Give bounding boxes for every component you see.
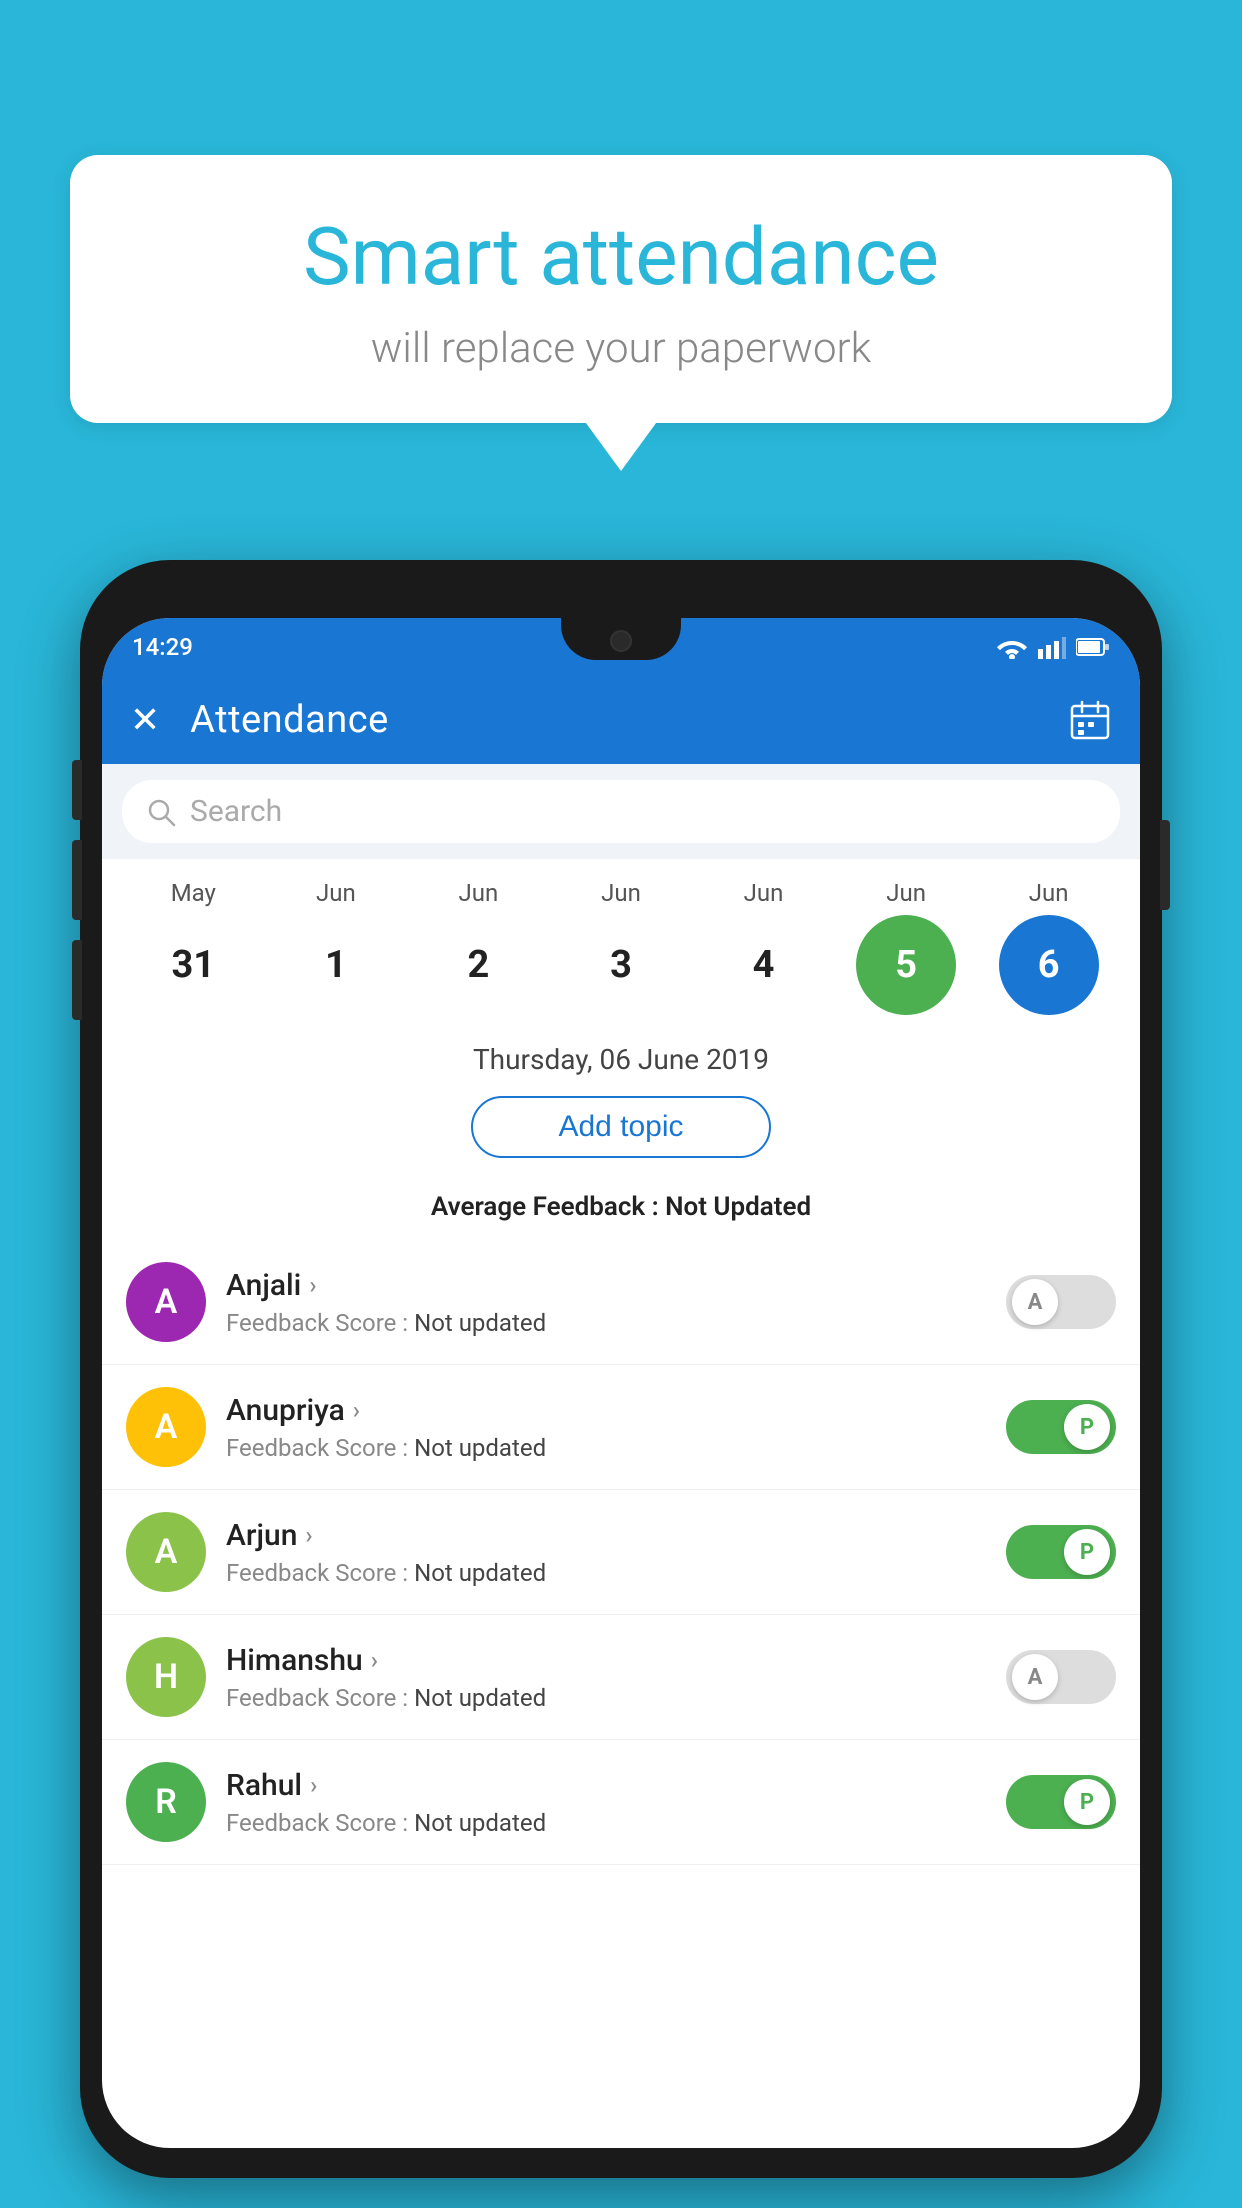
student-item[interactable]: R Rahul › Feedback Score : Not updated P — [102, 1740, 1140, 1865]
feedback-value: Not updated — [414, 1309, 546, 1337]
student-item[interactable]: A Anupriya › Feedback Score : Not update… — [102, 1365, 1140, 1490]
toggle-knob: P — [1064, 1779, 1110, 1825]
vol-mute-button — [72, 760, 82, 820]
chevron-right-icon: › — [305, 1521, 312, 1549]
vol-up-button — [72, 840, 82, 920]
power-button — [1160, 820, 1170, 910]
day-2[interactable]: 2 — [428, 915, 528, 1015]
feedback-value: Not updated — [414, 1809, 546, 1837]
speech-bubble: Smart attendance will replace your paper… — [70, 155, 1172, 423]
feedback-value: Not updated — [414, 1434, 546, 1462]
student-name: Anjali › — [226, 1268, 986, 1303]
month-5: Jun — [856, 879, 956, 907]
toggle-knob: P — [1064, 1529, 1110, 1575]
search-placeholder: Search — [190, 794, 282, 829]
app-bar-title: Attendance — [190, 698, 1068, 742]
calendar-icon[interactable] — [1068, 698, 1112, 742]
student-info: Anjali › Feedback Score : Not updated — [226, 1268, 986, 1337]
student-avatar: A — [126, 1512, 206, 1592]
month-2: Jun — [428, 879, 528, 907]
status-icons — [996, 635, 1110, 659]
vol-down-button — [72, 940, 82, 1020]
calendar-months: May Jun Jun Jun Jun Jun Jun — [112, 879, 1130, 915]
attendance-toggle[interactable]: A — [1006, 1275, 1116, 1329]
student-feedback: Feedback Score : Not updated — [226, 1809, 986, 1837]
calendar-days: 31 1 2 3 4 5 6 — [112, 915, 1130, 1015]
student-avatar: A — [126, 1262, 206, 1342]
day-5[interactable]: 5 — [856, 915, 956, 1015]
month-0: May — [143, 879, 243, 907]
student-name: Rahul › — [226, 1768, 986, 1803]
chevron-right-icon: › — [310, 1771, 317, 1799]
search-bar[interactable]: Search — [122, 780, 1120, 843]
speech-bubble-headline: Smart attendance — [130, 210, 1112, 304]
toggle-knob: A — [1012, 1654, 1058, 1700]
close-button[interactable]: ✕ — [130, 699, 160, 741]
add-topic-button[interactable]: Add topic — [471, 1096, 771, 1158]
student-feedback: Feedback Score : Not updated — [226, 1434, 986, 1462]
day-4[interactable]: 4 — [714, 915, 814, 1015]
student-item[interactable]: A Arjun › Feedback Score : Not updated P — [102, 1490, 1140, 1615]
search-bar-container: Search — [102, 764, 1140, 859]
student-info: Anupriya › Feedback Score : Not updated — [226, 1393, 986, 1462]
chevron-right-icon: › — [353, 1396, 360, 1424]
student-name: Himanshu › — [226, 1643, 986, 1678]
toggle-knob: P — [1064, 1404, 1110, 1450]
search-icon — [146, 797, 176, 827]
toggle-knob: A — [1012, 1279, 1058, 1325]
day-1[interactable]: 1 — [286, 915, 386, 1015]
battery-icon — [1076, 637, 1110, 657]
student-info: Himanshu › Feedback Score : Not updated — [226, 1643, 986, 1712]
student-avatar: R — [126, 1762, 206, 1842]
chevron-right-icon: › — [309, 1271, 316, 1299]
date-label: Thursday, 06 June 2019 — [102, 1025, 1140, 1086]
student-name: Anupriya › — [226, 1393, 986, 1428]
avg-feedback-label: Average Feedback : — [431, 1192, 659, 1222]
avg-feedback: Average Feedback : Not Updated — [102, 1192, 1140, 1240]
attendance-toggle[interactable]: A — [1006, 1650, 1116, 1704]
calendar-section: May Jun Jun Jun Jun Jun Jun 31 1 2 3 4 5… — [102, 859, 1140, 1025]
students-list: A Anjali › Feedback Score : Not updated … — [102, 1240, 1140, 1865]
student-info: Arjun › Feedback Score : Not updated — [226, 1518, 986, 1587]
phone-notch — [561, 618, 681, 660]
speech-bubble-container: Smart attendance will replace your paper… — [70, 155, 1172, 423]
student-name: Arjun › — [226, 1518, 986, 1553]
app-bar: ✕ Attendance — [102, 676, 1140, 764]
student-avatar: H — [126, 1637, 206, 1717]
attendance-toggle[interactable]: P — [1006, 1525, 1116, 1579]
feedback-value: Not updated — [414, 1559, 546, 1587]
avg-feedback-value: Not Updated — [665, 1192, 811, 1222]
day-6[interactable]: 6 — [999, 915, 1099, 1015]
wifi-icon — [996, 635, 1028, 659]
day-31[interactable]: 31 — [143, 915, 243, 1015]
signal-icon — [1038, 635, 1066, 659]
attendance-toggle[interactable]: P — [1006, 1400, 1116, 1454]
month-6: Jun — [999, 879, 1099, 907]
attendance-toggle[interactable]: P — [1006, 1775, 1116, 1829]
chevron-right-icon: › — [371, 1646, 378, 1674]
month-3: Jun — [571, 879, 671, 907]
month-1: Jun — [286, 879, 386, 907]
camera — [610, 630, 632, 652]
feedback-value: Not updated — [414, 1684, 546, 1712]
student-feedback: Feedback Score : Not updated — [226, 1559, 986, 1587]
student-item[interactable]: A Anjali › Feedback Score : Not updated … — [102, 1240, 1140, 1365]
student-feedback: Feedback Score : Not updated — [226, 1684, 986, 1712]
month-4: Jun — [714, 879, 814, 907]
add-topic-section: Add topic — [102, 1096, 1140, 1192]
status-time: 14:29 — [132, 633, 193, 661]
phone-frame: 14:29 — [80, 560, 1162, 2178]
phone-screen: 14:29 — [102, 618, 1140, 2148]
speech-bubble-subtext: will replace your paperwork — [130, 324, 1112, 373]
student-feedback: Feedback Score : Not updated — [226, 1309, 986, 1337]
student-avatar: A — [126, 1387, 206, 1467]
student-info: Rahul › Feedback Score : Not updated — [226, 1768, 986, 1837]
student-item[interactable]: H Himanshu › Feedback Score : Not update… — [102, 1615, 1140, 1740]
day-3[interactable]: 3 — [571, 915, 671, 1015]
